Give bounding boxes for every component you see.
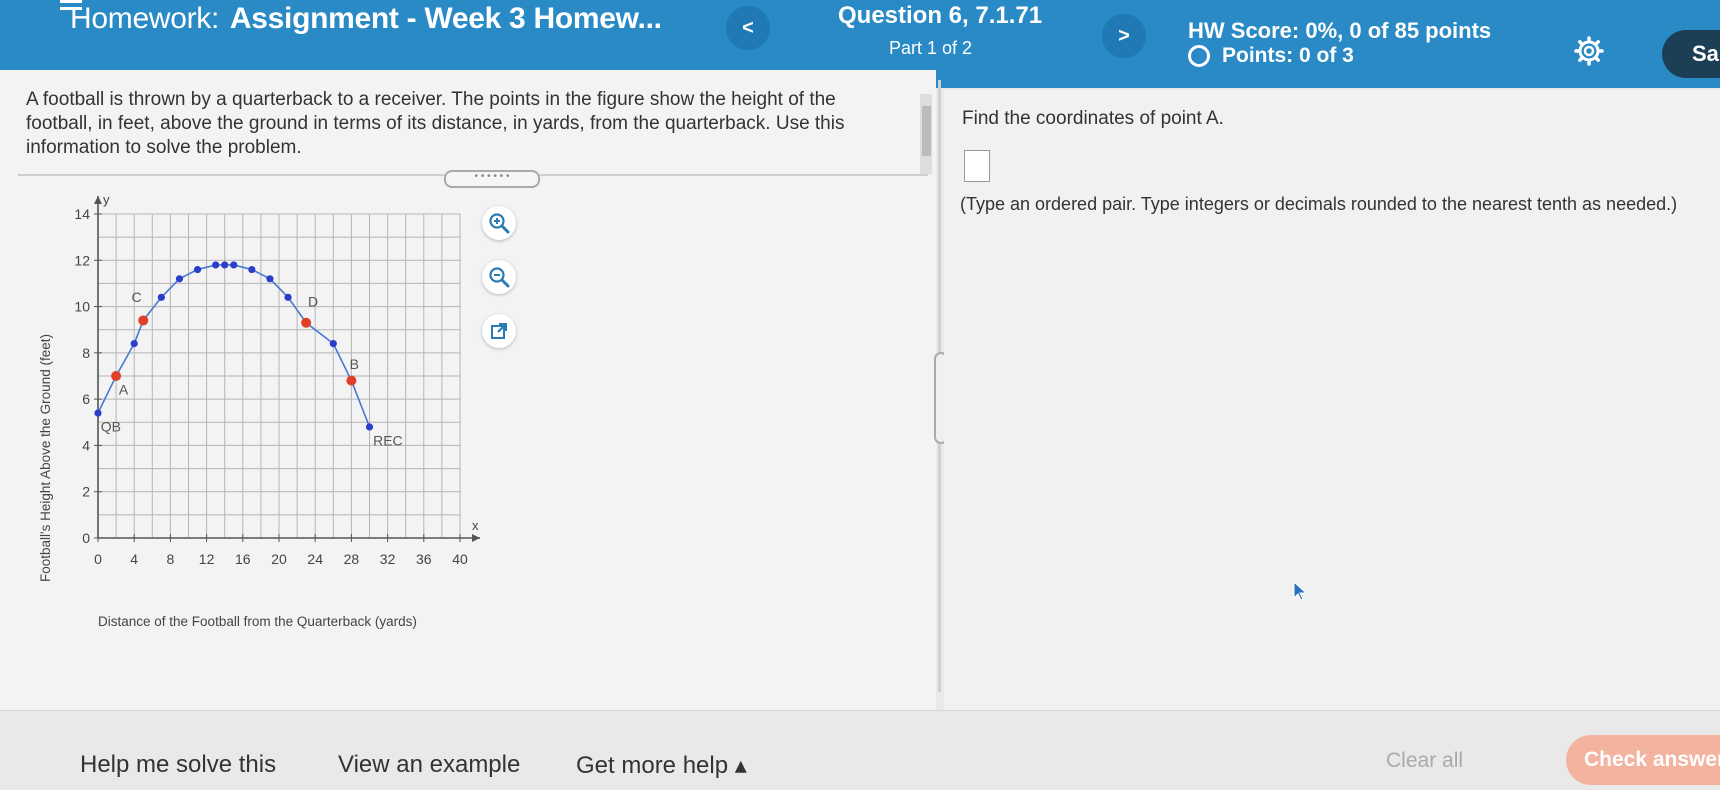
point-label: REC (373, 432, 403, 448)
x-tick-label: 0 (94, 551, 102, 567)
y-tick-label: 8 (82, 345, 90, 361)
x-tick-label: 4 (130, 551, 138, 567)
x-axis-arrow (472, 534, 480, 542)
next-question-button[interactable]: > (1102, 14, 1146, 58)
graph-axes: xy0 4 8 12 16 20 24 28 32 36 4002468101214 (74, 192, 480, 567)
y-axis-letter: y (103, 192, 110, 207)
y-tick-label: 10 (74, 299, 90, 315)
y-tick-label: 12 (74, 252, 90, 268)
labeled-point (138, 315, 149, 326)
zoom-in-icon[interactable] (482, 206, 516, 240)
football-graph: xy0 4 8 12 16 20 24 28 32 36 4002468101214 QBAC DBR… (40, 192, 480, 629)
point-label: A (119, 382, 129, 398)
question-prompt: Find the coordinates of point A. (962, 108, 1224, 129)
data-point (230, 261, 238, 269)
footer-bar: Help me solve this View an example Get m… (0, 710, 1720, 790)
y-tick-label: 6 (82, 391, 90, 407)
x-tick-label: 36 (416, 551, 432, 567)
data-point (329, 340, 337, 348)
view-example-link[interactable]: View an example (338, 751, 520, 779)
hw-score: HW Score: 0%, 0 of 85 points (1188, 18, 1492, 43)
data-point (365, 423, 374, 431)
y-tick-label: 2 (82, 484, 90, 500)
x-tick-label: 12 (199, 551, 215, 567)
labeled-point (111, 371, 122, 381)
data-point (212, 261, 220, 269)
clear-all-button[interactable]: Clear all (1386, 749, 1463, 773)
x-tick-label: 28 (344, 551, 360, 567)
labeled-point (346, 375, 357, 386)
x-axis-letter: x (472, 518, 479, 533)
point-label: B (350, 356, 359, 372)
x-axis-title: Distance of the Football from the Quarte… (98, 614, 417, 629)
popout-icon[interactable] (482, 314, 516, 348)
gear-icon[interactable] (1574, 36, 1604, 66)
graph-marks (94, 261, 374, 431)
x-tick-label: 24 (307, 551, 323, 567)
point-label: D (308, 294, 318, 310)
mouse-cursor-icon (1293, 580, 1308, 601)
data-point (157, 293, 165, 301)
question-part: Part 1 of 2 (889, 38, 973, 58)
x-tick-label: 20 (271, 551, 287, 567)
check-answer-button[interactable]: Check answer (1566, 735, 1720, 785)
answer-pane: Find the coordinates of point A. (Type a… (944, 90, 1720, 710)
data-point (193, 265, 202, 274)
circle-icon (1188, 45, 1210, 67)
title-main: Assignment - Week 3 Homew... (229, 2, 662, 35)
point-label: QB (101, 419, 121, 435)
point-label: C (131, 289, 141, 305)
data-point (94, 409, 102, 417)
y-tick-label: 14 (74, 206, 90, 222)
data-point (266, 275, 274, 283)
data-point (175, 275, 184, 283)
graph-labels: QB A C D B REC (101, 289, 403, 448)
problem-text: A football is thrown by a quarterback to… (26, 89, 845, 158)
points-status: Points: 0 of 3 (1188, 44, 1354, 68)
answer-hint: (Type an ordered pair. Type integers or … (960, 194, 1678, 214)
labeled-point (301, 317, 312, 328)
save-button[interactable]: Sa (1662, 30, 1720, 78)
zoom-out-icon[interactable] (482, 260, 516, 294)
graph-grid (97, 213, 461, 539)
x-tick-label: 40 (452, 551, 468, 567)
data-point (284, 293, 292, 301)
x-tick-label: 32 (380, 551, 396, 567)
y-axis-title: Football's Height Above the Ground (feet… (40, 334, 53, 582)
assignment-title: Homework: Assignment - Week 3 Homew... (70, 2, 662, 36)
x-tick-label: 8 (167, 551, 175, 567)
previous-question-button[interactable]: < (726, 6, 770, 50)
y-axis-arrow (94, 196, 102, 204)
points-text: Points: 0 of 3 (1222, 44, 1354, 67)
question-pane: A football is thrown by a quarterback to… (0, 70, 936, 710)
data-point (221, 261, 229, 269)
x-tick-label: 16 (235, 551, 251, 567)
question-title: Question 6, 7.1.71 (838, 2, 1043, 29)
y-tick-label: 4 (82, 437, 90, 453)
answer-input[interactable] (964, 150, 990, 182)
y-tick-label: 0 (82, 530, 90, 546)
data-point (130, 340, 138, 348)
data-point (248, 265, 256, 274)
title-lead: Homework: (70, 2, 219, 35)
help-me-solve-link[interactable]: Help me solve this (80, 751, 276, 779)
scrollbar-thumb[interactable] (922, 106, 931, 156)
get-more-help-link[interactable]: Get more help ▴ (576, 751, 747, 780)
